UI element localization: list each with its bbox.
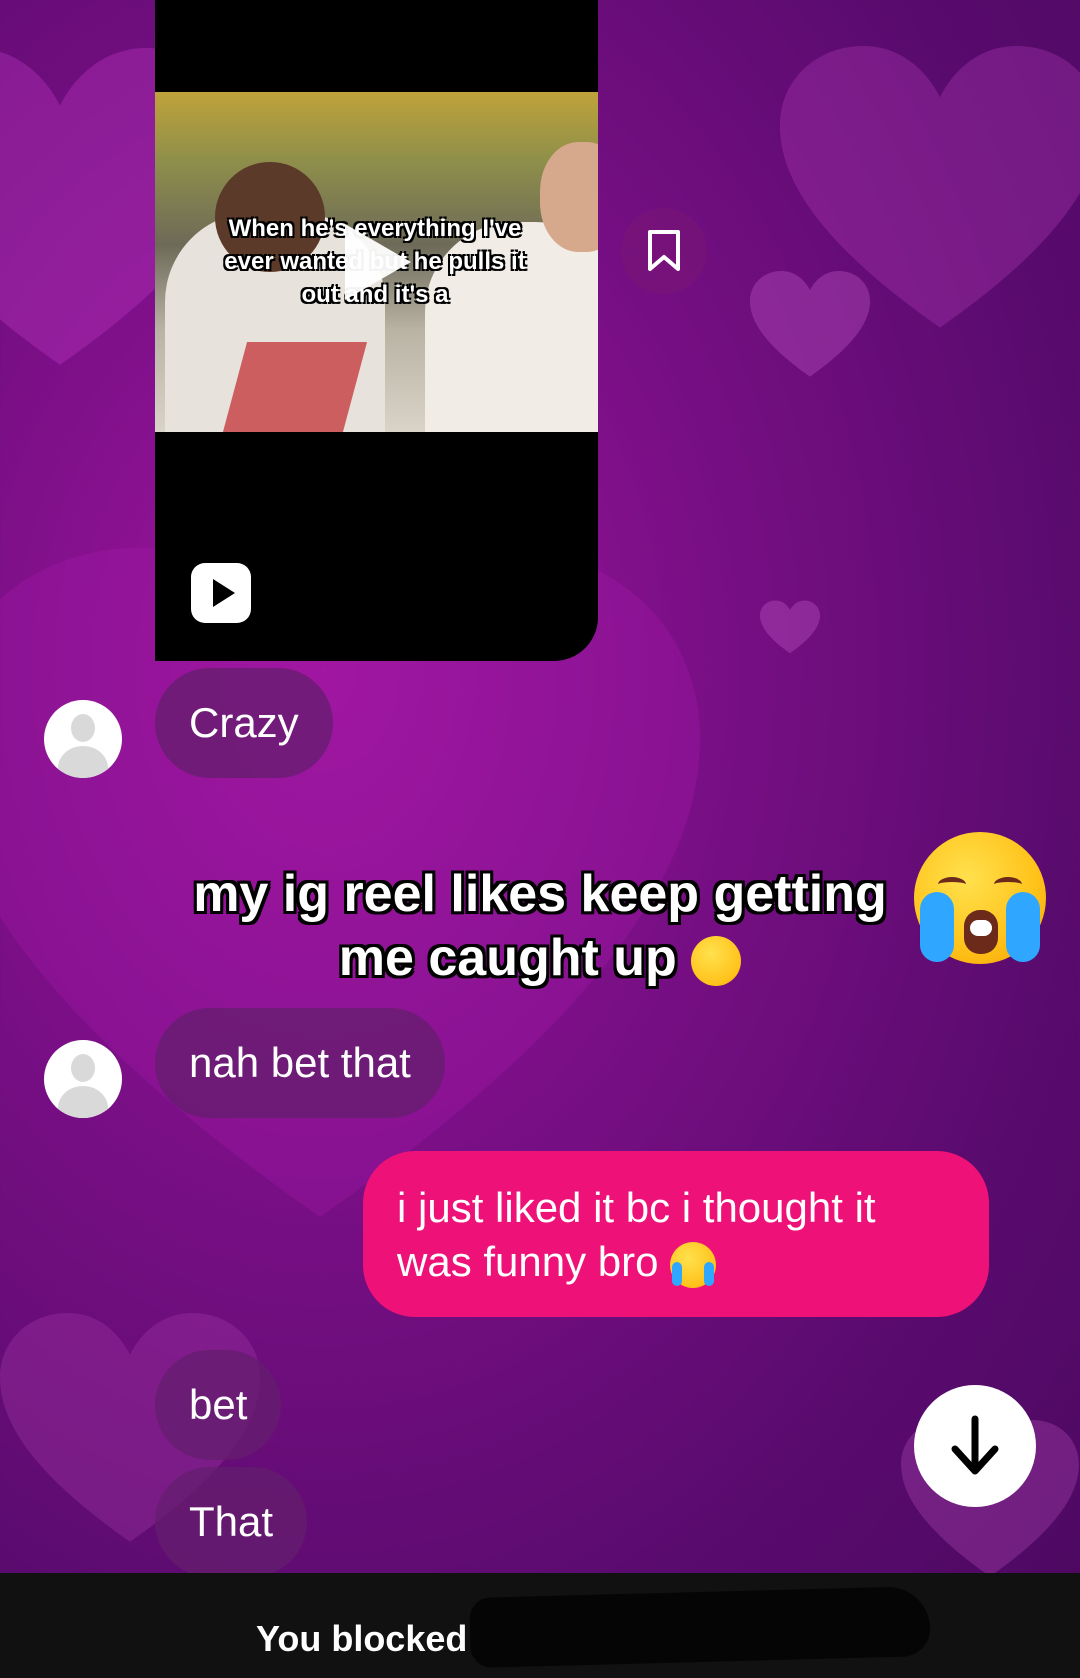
avatar-placeholder-icon <box>58 746 108 778</box>
incoming-message-bubble[interactable]: Crazy <box>155 668 333 778</box>
message-text: nah bet that <box>189 1039 411 1086</box>
emoji-eye <box>994 877 1022 892</box>
background-heart <box>750 270 870 380</box>
avatar[interactable] <box>44 1040 122 1118</box>
avatar[interactable] <box>44 700 122 778</box>
bookmark-icon <box>648 230 680 271</box>
overlay-caption-text: my ig reel likes keep getting me caught … <box>193 865 887 987</box>
save-reel-button[interactable] <box>621 208 707 294</box>
incoming-message-bubble[interactable]: nah bet that <box>155 1008 445 1118</box>
message-text: Crazy <box>189 699 299 746</box>
loudly-crying-face-emoji <box>670 1241 717 1288</box>
avatar-placeholder-icon <box>71 714 95 742</box>
emoji-mouth <box>964 910 998 954</box>
overlay-caption: my ig reel likes keep getting me caught … <box>160 862 920 990</box>
emoji-eye <box>938 877 966 892</box>
reels-play-icon <box>191 563 251 623</box>
message-text: That <box>189 1498 274 1545</box>
incoming-message-bubble[interactable]: bet <box>155 1350 282 1460</box>
emoji-tear <box>920 892 954 962</box>
message-text: i just liked it bc i thought it was funn… <box>397 1184 876 1285</box>
avatar-placeholder-icon <box>71 1054 95 1082</box>
loudly-crying-face-emoji <box>914 832 1046 964</box>
thumbnail-figure <box>222 342 368 432</box>
redaction-scribble <box>469 1585 931 1669</box>
incoming-message-bubble[interactable]: That <box>155 1467 308 1577</box>
background-heart <box>760 600 820 655</box>
play-icon[interactable] <box>345 224 411 300</box>
outgoing-message-bubble[interactable]: i just liked it bc i thought it was funn… <box>363 1151 989 1317</box>
flushed-face-emoji <box>691 936 742 987</box>
scroll-to-bottom-button[interactable] <box>914 1385 1036 1507</box>
reel-thumbnail[interactable]: When he's everything I've ever wanted bu… <box>155 92 598 432</box>
message-text: bet <box>189 1381 248 1428</box>
avatar-placeholder-icon <box>58 1086 108 1118</box>
arrow-down-icon <box>951 1415 999 1475</box>
shared-reel-card[interactable]: When he's everything I've ever wanted bu… <box>155 0 598 661</box>
blocked-notice-text: You blocked <box>256 1618 468 1659</box>
emoji-tear <box>1006 892 1040 962</box>
